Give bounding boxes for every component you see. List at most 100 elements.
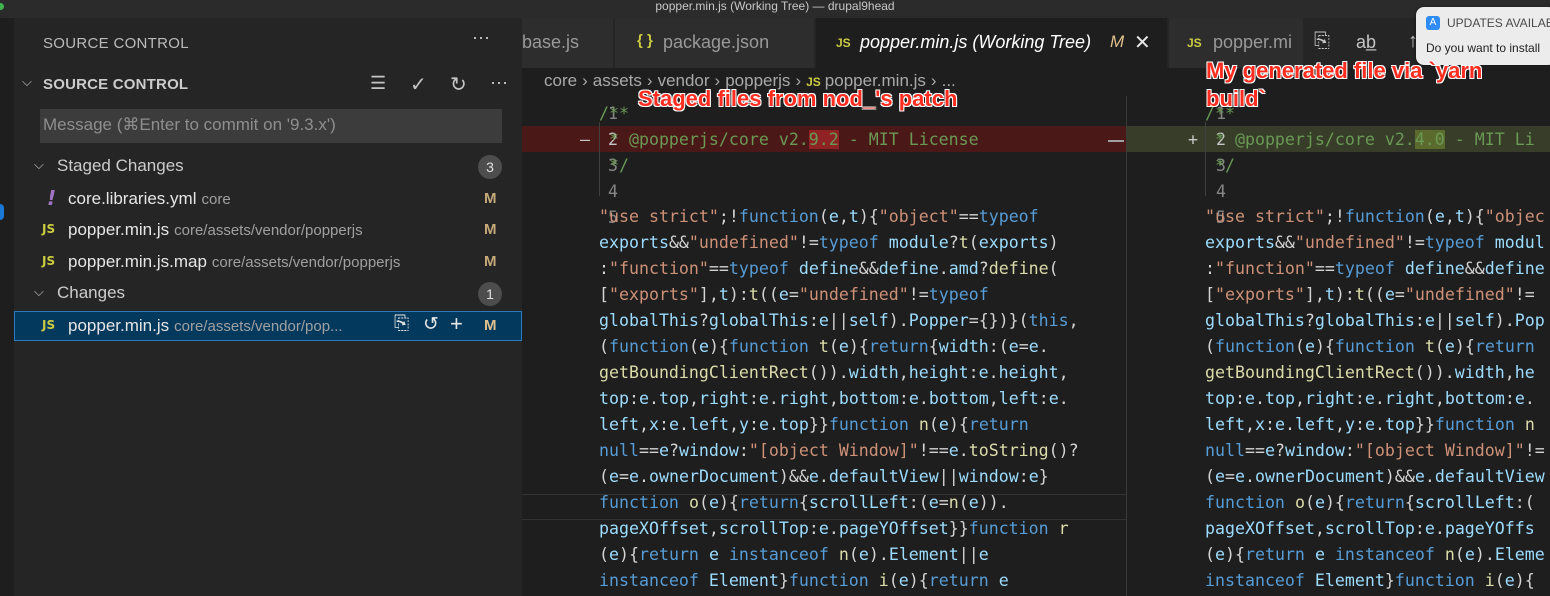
notification-title: UPDATES AVAILABLE (1447, 16, 1550, 30)
changes-count-badge: 1 (478, 282, 502, 306)
code-line: 5 "use strict";!function(e,t){"object"==… (522, 204, 1126, 596)
file-status: M (484, 221, 497, 238)
file-status: M (484, 253, 497, 270)
changed-segment: 9.2 (808, 130, 839, 149)
file-entry: core.libraries.yml core (68, 189, 231, 209)
code-line: 4 (1127, 178, 1550, 204)
commit-message-placeholder: Message (⌘Enter to commit on '9.3.x') (43, 115, 336, 134)
changes-label: Changes (57, 283, 126, 302)
diff-modified-pane[interactable]: 1 /** 2 + * @popperjs/core v2.4.0 - MIT … (1126, 96, 1550, 596)
staged-file-row[interactable]: JS popper.min.js core/assets/vendor/poppe… (14, 215, 522, 245)
indent-guide (599, 122, 600, 196)
annotation-left: Staged files from nod_'s patch (638, 86, 958, 111)
window-title: popper.min.js (Working Tree) — drupal9he… (655, 0, 895, 13)
file-path: core/assets/vendor/pop... (174, 318, 343, 335)
file-path: core/assets/vendor/popperjs (211, 254, 401, 271)
code-segment: * @popperjs/core v2. (599, 130, 809, 149)
code-segment: - MIT License (838, 130, 979, 149)
file-status: M (484, 190, 497, 207)
changes-group[interactable]: ⌵ Changes 1 (14, 280, 522, 308)
indent-guide (1205, 122, 1206, 196)
activity-indicator (0, 204, 4, 220)
chevron-right-icon: › (582, 71, 588, 90)
tab-label: popper.min.js (Working Tree) (860, 32, 1092, 52)
staged-changes-group[interactable]: ⌵ Staged Changes 3 (14, 153, 522, 181)
source-control-section-header[interactable]: ⌵ SOURCE CONTROL ☰ ✓ ↻ ⋯ (14, 70, 522, 98)
updates-notification[interactable]: A UPDATES AVAILABLE Do you want to insta… (1416, 7, 1550, 65)
overview-change-mark (1108, 140, 1124, 142)
file-name: popper.min.js.map (68, 252, 207, 271)
code-text: * @popperjs/core v2.9.2 - MIT License (599, 130, 979, 149)
tab-package-json[interactable]: { } package.json (615, 18, 815, 68)
js-file-icon: JS (1187, 36, 1202, 50)
breadcrumb-item[interactable]: core (544, 71, 577, 90)
code-text: */ (1205, 156, 1235, 175)
commit-check-icon[interactable]: ✓ (410, 72, 427, 97)
code-line-added: 2 + * @popperjs/core v2.4.0 - MIT Li (1127, 126, 1550, 152)
notification-body: Do you want to install (1426, 41, 1541, 55)
file-name: core.libraries.yml (68, 189, 197, 208)
added-marker-icon: + (1188, 130, 1198, 149)
code-line: 1 /** (1127, 100, 1550, 126)
code-text: */ (599, 156, 629, 175)
code-text: * @popperjs/core v2.4.0 - MIT Li (1205, 130, 1535, 149)
code-segment: * @popperjs/core v2. (1205, 130, 1415, 149)
staged-file-row[interactable]: ! core.libraries.yml core M (14, 184, 522, 214)
title-bar: popper.min.js (Working Tree) — drupal9he… (0, 0, 1550, 18)
js-file-icon: JS (42, 254, 56, 268)
code-block: "use strict";!function(e,t){"objec expor… (1205, 207, 1545, 590)
changed-segment: 4.0 (1414, 130, 1445, 149)
more-actions-icon[interactable]: ⋯ (472, 28, 491, 49)
chevron-down-icon[interactable]: ⌵ (22, 74, 32, 90)
code-block: "use strict";!function(e,t){"object"==ty… (599, 207, 1079, 590)
section-title: SOURCE CONTROL (43, 76, 189, 93)
file-entry: popper.min.js core/assets/vendor/pop... (68, 316, 343, 336)
js-file-icon: JS (42, 222, 56, 236)
view-as-tree-icon[interactable]: ☰ (370, 73, 386, 94)
modified-indicator: M (1110, 32, 1125, 51)
file-entry: popper.min.js.map core/assets/vendor/popp… (68, 252, 400, 272)
refresh-icon[interactable]: ↻ (450, 72, 467, 97)
code-line: 5 "use strict";!function(e,t){"objec exp… (1127, 204, 1550, 596)
file-name: popper.min.js (68, 220, 170, 239)
changed-file-row[interactable]: JS popper.min.js core/assets/vendor/pop..… (14, 311, 522, 341)
open-file-icon[interactable]: ⎘ (1314, 30, 1330, 53)
toggle-inline-diff-icon[interactable]: ab̲ (1356, 32, 1376, 53)
file-name: popper.min.js (68, 316, 170, 335)
stage-changes-icon[interactable]: + (450, 311, 463, 337)
js-file-icon: JS (42, 318, 56, 332)
line-number: 4 (1215, 182, 1226, 201)
js-file-icon: JS (836, 36, 851, 50)
annotation-right-line1: My generated file via `yarn (1206, 58, 1483, 83)
open-file-icon[interactable]: ⎘ (394, 313, 409, 335)
line-number: 4 (607, 182, 618, 201)
file-path: core (201, 191, 231, 208)
tab-label: package.json (663, 32, 770, 52)
tab-base-js[interactable]: base.js (522, 18, 614, 68)
more-icon[interactable]: ⋯ (490, 73, 508, 94)
file-path: core/assets/vendor/popperjs (174, 222, 363, 239)
code-text: /** (599, 104, 629, 123)
code-line-removed: 2 — * @popperjs/core v2.9.2 - MIT Licens… (522, 126, 1126, 152)
sidebar-header: SOURCE CONTROL (43, 35, 189, 52)
code-line: 3 */ (522, 152, 1126, 178)
json-file-icon: { } (637, 32, 653, 49)
discard-changes-icon[interactable]: ↺ (423, 313, 439, 336)
file-status: M (484, 317, 497, 334)
staged-file-row[interactable]: JS popper.min.js.map core/assets/vendor/p… (14, 247, 522, 277)
annotation-right-line2: build` (1206, 86, 1266, 111)
app-store-icon: A (1426, 16, 1440, 30)
source-control-sidebar: SOURCE CONTROL ⋯ ⌵ SOURCE CONTROL ☰ ✓ ↻ … (14, 18, 522, 596)
chevron-down-icon[interactable]: ⌵ (34, 284, 44, 300)
staged-count-badge: 3 (478, 155, 502, 179)
overview-ruler (1108, 96, 1126, 596)
tab-popper-working-tree[interactable]: JS popper.min.js (Working Tree) M ✕ (816, 18, 1168, 68)
staged-changes-label: Staged Changes (57, 156, 184, 175)
diff-original-pane[interactable]: 1 /** 2 — * @popperjs/core v2.9.2 - MIT … (522, 96, 1126, 596)
code-segment: - MIT Li (1444, 130, 1535, 149)
close-icon[interactable]: ✕ (1134, 30, 1151, 55)
breadcrumb-item[interactable]: assets (593, 71, 642, 90)
chevron-down-icon[interactable]: ⌵ (34, 157, 44, 173)
removed-marker-icon: — (580, 130, 590, 149)
commit-message-input[interactable]: Message (⌘Enter to commit on '9.3.x') (40, 109, 502, 143)
